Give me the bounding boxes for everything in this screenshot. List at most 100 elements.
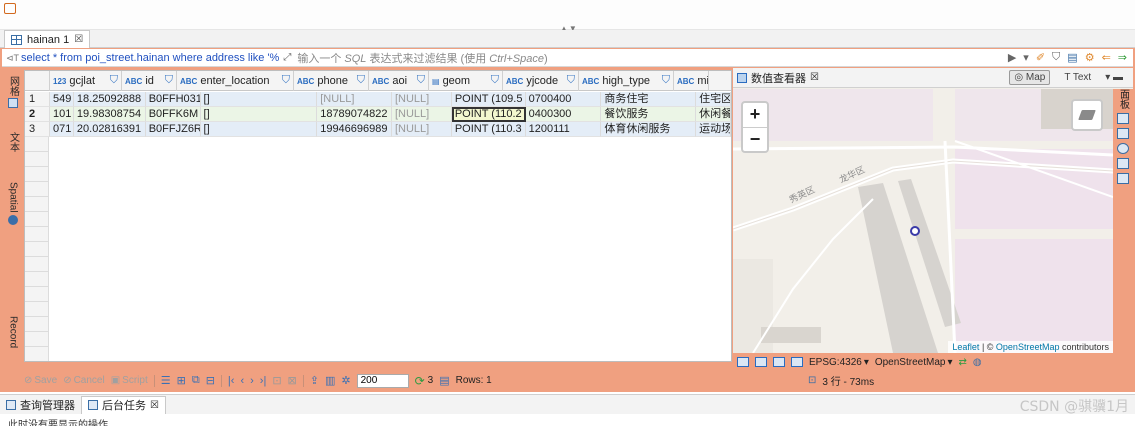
column-header-mi[interactable]: ABC mi [674, 71, 709, 91]
image-icon[interactable] [737, 357, 749, 367]
table-cell[interactable]: [NULL] [317, 92, 392, 107]
table-cell[interactable]: POINT (110.2 [451, 107, 526, 122]
palette-icon[interactable]: ◍ [973, 357, 982, 368]
first-page-icon[interactable]: |‹ [228, 375, 235, 387]
table-cell[interactable]: 0700400 [525, 92, 602, 107]
table-cell[interactable]: 运动场 [696, 122, 731, 137]
table-cell[interactable]: [NULL] [391, 92, 452, 107]
table-cell[interactable]: 体育休闲服务 [601, 122, 697, 137]
column-header-high_type[interactable]: ABC high_type ⛉ [579, 71, 674, 91]
table-cell[interactable]: [NULL] [391, 107, 452, 122]
save-filter-icon[interactable]: ▤ [1067, 51, 1077, 64]
minimize-icon[interactable]: ▾ ▬ [1105, 72, 1123, 83]
value-viewer-tab[interactable]: 数值查看器 ☒ [737, 70, 819, 86]
text-mode-button[interactable]: T Text [1060, 71, 1095, 84]
script-button[interactable]: ▣ Script [111, 375, 148, 386]
close-icon[interactable]: ☒ [150, 400, 159, 411]
layout-icon[interactable]: ▥ [325, 374, 335, 387]
table-cell[interactable]: POINT (109.5 [451, 92, 526, 107]
forward-arrow-icon[interactable]: ⇒ [1118, 51, 1127, 64]
column-filter-icon[interactable]: ⛉ [417, 74, 425, 87]
image-save-icon[interactable] [773, 357, 785, 367]
table-cell[interactable]: [] [200, 92, 318, 107]
column-filter-icon[interactable]: ⛉ [662, 74, 670, 87]
back-arrow-icon[interactable]: ⇐ [1102, 51, 1111, 64]
column-filter-icon[interactable]: ⛉ [282, 74, 290, 87]
panel-icon[interactable] [1117, 173, 1129, 184]
delete-row-icon[interactable]: ⊟ [206, 374, 215, 387]
row-number[interactable]: 1 [25, 92, 50, 107]
next-page-icon[interactable]: › [250, 375, 254, 387]
row-number[interactable]: 3 [25, 122, 50, 137]
last-page-icon[interactable]: ›| [260, 375, 267, 387]
export-icon[interactable]: ⇪ [310, 374, 319, 387]
tab-hainan-1[interactable]: hainan 1 ☒ [4, 30, 91, 48]
row-number[interactable]: 2 [25, 107, 50, 122]
cancel-button[interactable]: ⊘ Cancel [63, 375, 105, 386]
table-cell[interactable]: B0FFK6M [145, 107, 201, 122]
table-cell[interactable]: 休闲餐 [696, 107, 731, 122]
table-cell[interactable]: 19.98308754 [73, 107, 146, 122]
fetch-size-input[interactable] [356, 373, 409, 388]
fetch-all-icon[interactable]: ⊠ [288, 374, 297, 387]
results-grid[interactable]: 123 gcjlat ⛉ ABC id ⛉ ABC enter_location ⛉ ABC pho… [24, 70, 732, 362]
poi-point-marker[interactable] [910, 226, 920, 236]
close-icon[interactable]: ☒ [74, 34, 83, 45]
table-cell[interactable]: [NULL] [391, 122, 452, 137]
view-record-tab[interactable]: Record [3, 316, 23, 348]
column-header-geom[interactable]: ▤ geom ⛉ [429, 71, 503, 91]
view-text-tab[interactable]: 文本 [3, 132, 23, 152]
table-cell[interactable]: 101 [49, 107, 74, 122]
view-grid-tab[interactable]: 网格 [3, 76, 23, 108]
fetch-page-icon[interactable]: ⊡ [272, 374, 281, 387]
table-cell[interactable]: [] [200, 122, 318, 137]
filter-icon[interactable]: ⛉ [1052, 51, 1060, 64]
crs-selector[interactable]: EPSG:4326 ▾ [809, 357, 869, 368]
column-filter-icon[interactable]: ⛉ [567, 74, 575, 87]
table-cell[interactable]: 1200111 [525, 122, 602, 137]
table-cell[interactable]: B0FFH031 [145, 92, 201, 107]
column-header-aoi[interactable]: ABC aoi ⛉ [369, 71, 429, 91]
column-filter-icon[interactable]: ⛉ [491, 74, 499, 87]
column-header-id[interactable]: ABC id ⛉ [122, 71, 177, 91]
table-cell[interactable]: 19946696989 [317, 122, 392, 137]
add-row-icon[interactable]: ⊞ [177, 374, 186, 387]
table-cell[interactable]: 071 [49, 122, 74, 137]
zoom-out-button[interactable]: − [743, 127, 767, 151]
table-cell[interactable]: 18.25092888 [73, 92, 146, 107]
info-icon[interactable] [1117, 143, 1129, 154]
tab-query-manager[interactable]: 查询管理器 [0, 396, 81, 414]
panels-label[interactable]: 面板 [1116, 89, 1131, 109]
table-row[interactable]: 2 101 19.98308754 B0FFK6M[] 18789074822 [NULL… [25, 107, 731, 122]
table-row[interactable]: 1 549 18.25092888 B0FFH031[] [NULL] [NULL] POI… [25, 92, 731, 107]
sql-query-text[interactable]: ⊲T select * from poi_street.hainan where … [2, 52, 279, 64]
save-button[interactable]: ⊘ Save [24, 375, 57, 386]
table-cell[interactable]: 住宅区 [696, 92, 731, 107]
close-icon[interactable]: ☒ [810, 72, 819, 83]
zoom-in-button[interactable]: + [743, 103, 767, 127]
table-cell[interactable]: [] [200, 107, 318, 122]
refresh-control[interactable]: ⟳ 3 [415, 374, 434, 388]
filter-input[interactable]: 输入一个 SQL 表达式来过滤结果 (使用 Ctrl+Space) [297, 50, 547, 66]
copy-row-icon[interactable]: ⧉ [192, 374, 200, 387]
table-cell[interactable]: POINT (110.3 [451, 122, 526, 137]
expand-icon[interactable]: ⤢ [283, 52, 291, 63]
column-filter-icon[interactable]: ⛉ [357, 74, 365, 87]
table-cell[interactable]: 20.02816391 [73, 122, 146, 137]
row-number-header[interactable] [25, 71, 50, 91]
column-filter-icon[interactable]: ⛉ [165, 74, 173, 87]
column-header-enter_location[interactable]: ABC enter_location ⛉ [177, 71, 294, 91]
column-header-phone[interactable]: ABC phone ⛉ [294, 71, 369, 91]
osm-link[interactable]: OpenStreetMap [996, 342, 1060, 352]
basemap-selector[interactable]: OpenStreetMap ▾ [875, 357, 953, 368]
table-cell[interactable]: 18789074822 [317, 107, 392, 122]
image-copy-icon[interactable] [755, 357, 767, 367]
list-icon[interactable] [1117, 158, 1129, 169]
table-cell[interactable]: B0FFJZ6R [145, 122, 201, 137]
table-cell[interactable]: 0400300 [525, 107, 602, 122]
table-cell[interactable]: 餐饮服务 [601, 107, 697, 122]
settings-icon[interactable]: ⚙ [1085, 51, 1095, 64]
column-header-gcjlat[interactable]: 123 gcjlat ⛉ [50, 71, 122, 91]
gear-icon[interactable]: ✲ [341, 374, 350, 387]
print-icon[interactable] [791, 357, 803, 367]
